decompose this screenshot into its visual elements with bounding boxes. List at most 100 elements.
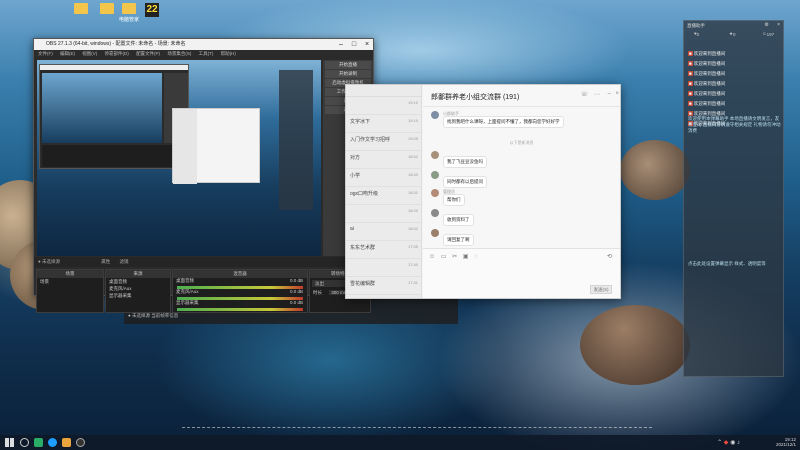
danmaku-line: ■ 欢迎来到直播间 (688, 91, 726, 96)
minimize-icon[interactable]: – (335, 39, 347, 50)
background-obs-status: ● 未选择源 当前帧率信息 (128, 313, 179, 318)
wechat-icon[interactable] (34, 438, 43, 447)
scissors-icon[interactable]: ✂ (452, 254, 457, 260)
source-item[interactable]: 显示器采集 (106, 292, 170, 299)
mixer-track: 麦克风/Aux 0.0 dB (173, 289, 307, 300)
volume-icon[interactable]: ♪ (737, 440, 740, 446)
mixer-track-name: 显示器采集 (176, 300, 199, 305)
conversation-item[interactable]: 小学 18:40 (346, 169, 421, 187)
danmaku-line: ■ 欢迎来到直播间 (688, 101, 726, 106)
avatar (431, 209, 439, 217)
menu-view[interactable]: 视图(V) (82, 51, 97, 56)
conversation-item[interactable]: 19:12 (346, 97, 421, 115)
nested-qq-window (172, 108, 260, 184)
mixer-track-level: 0.0 dB (289, 289, 303, 294)
message-bubble: 我了飞豆豆没鱼吗 (443, 156, 487, 168)
conversation-item[interactable]: 17:40 (346, 259, 421, 277)
start-recording-button[interactable]: 开始录制 (325, 70, 371, 78)
source-item[interactable]: 麦克风/Aux (106, 285, 170, 292)
menu-help[interactable]: 帮助(H) (221, 51, 236, 56)
emoji-icon[interactable]: ☺ (429, 254, 435, 260)
menu-edit[interactable]: 编辑(E) (60, 51, 75, 56)
conversation-item[interactable]: 18:20 (346, 205, 421, 223)
user-tag: ■ (688, 71, 693, 76)
obs-title-bar[interactable]: OBS 27.1.3 (64-bit, windows) - 配置文件: 未命名… (34, 39, 373, 50)
avatar (431, 171, 439, 179)
tray-icons[interactable]: ⌃ ◆ ◉ ♪ (717, 439, 740, 446)
close-icon[interactable]: × (615, 91, 619, 97)
avatar (431, 229, 439, 237)
start-streaming-button[interactable]: 开始直播 (325, 61, 371, 69)
conversation-item[interactable]: 入门作文学习招呼 19:05 (346, 133, 421, 151)
nested-qq-list (173, 109, 197, 184)
maximize-icon[interactable]: □ (348, 39, 360, 50)
mixer-dock: 混音器 桌面音频 0.0 dB 麦克风/Aux 0.0 dB 显示器采集 0.0… (172, 269, 308, 313)
menu-scene-collection[interactable]: 场景集合(S) (167, 51, 191, 56)
taskbar-clock[interactable]: 19:12 2021/12/1 (776, 437, 796, 447)
obs-window[interactable]: OBS 27.1.3 (64-bit, windows) - 配置文件: 未命名… (33, 38, 374, 313)
mixer-track-name: 桌面音频 (176, 278, 194, 283)
obs-dock-area: ● 未选择源 属性 滤镜 场景 场景 来源 桌面音频 麦克风/Aux 显示器采集… (34, 257, 373, 313)
properties-button[interactable]: 属性 (101, 259, 110, 264)
user-tag: ■ (688, 81, 693, 86)
qq-chat-window[interactable]: 19:12 文字冰下 19:10 入门作文学习招呼 19:05 对方 18:52 小学… (345, 84, 621, 299)
qq-icon[interactable] (48, 438, 57, 447)
volume-meter[interactable] (177, 308, 303, 311)
overlay-stats: ♥ 0 ★ 0 ☺ 197 (684, 30, 783, 39)
nested-title-bar (40, 65, 188, 70)
settings-icon[interactable]: ⚙ (765, 22, 769, 28)
stat-gifts: ★ 0 (729, 31, 736, 37)
history-icon[interactable]: ⟲ (607, 253, 612, 260)
conversation-item[interactable]: ai 18:02 (346, 223, 421, 241)
close-icon[interactable]: × (361, 39, 373, 50)
chat-title: 郎鄱群养老小组交流群 (191) (431, 94, 520, 101)
sources-dock-title: 来源 (106, 270, 170, 278)
menu-profile[interactable]: 配置文件(P) (136, 51, 160, 56)
stat-viewers: ♥ 0 (694, 31, 700, 37)
minimize-icon[interactable]: – (608, 91, 611, 97)
danmaku-overlay-window[interactable]: 直播助手 ⚙ × ♥ 0 ★ 0 ☺ 197 ■ 欢迎来到直播间 ■ 欢迎来到直播间… (683, 20, 784, 377)
phone-icon[interactable]: ☏ (580, 91, 588, 98)
source-item[interactable]: 桌面音频 (106, 278, 170, 285)
conversation-item[interactable]: 雪花编辑群 17:31 (346, 277, 421, 295)
menu-tools[interactable]: 工具(T) (199, 51, 214, 56)
close-icon[interactable]: × (777, 22, 780, 28)
filters-button[interactable]: 滤镜 (120, 259, 129, 264)
message-input-area[interactable]: ☺ ▭ ✂ ▣ ◌ ⟲ 发送(S) (423, 248, 620, 298)
menu-docks[interactable]: 停靠部件(D) (105, 51, 129, 56)
sources-dock: 来源 桌面音频 麦克风/Aux 显示器采集 (105, 269, 171, 313)
scenes-dock: 场景 场景 (36, 269, 104, 313)
chat-panel: 郎鄱群养老小组交流群 (191) ☏ ⋯ – × 小群助手 找到我吧什么课呀，上… (423, 85, 620, 298)
search-icon[interactable] (20, 438, 29, 447)
conversation-item[interactable]: 文字冰下 19:10 (346, 115, 421, 133)
mixer-track-level: 0.0 dB (289, 300, 303, 305)
user-tag: ■ (688, 61, 693, 66)
network-icon[interactable]: ◉ (730, 440, 735, 446)
desktop-icon-22[interactable]: 22 (135, 3, 169, 17)
app-icon[interactable] (62, 438, 71, 447)
image-icon[interactable]: ▣ (463, 254, 469, 260)
chat-bubble-icon[interactable]: ◌ (474, 254, 478, 260)
folder-icon (122, 3, 136, 14)
send-button[interactable]: 发送(S) (590, 285, 612, 294)
conversation-search[interactable] (346, 85, 421, 97)
folder-icon[interactable]: ▭ (441, 254, 447, 260)
obs-taskbar-icon[interactable] (76, 438, 85, 447)
menu-file[interactable]: 文件(F) (38, 51, 53, 56)
mixer-track-name: 麦克风/Aux (176, 289, 199, 294)
windows-start-icon[interactable] (5, 438, 14, 447)
conversation-item[interactable]: ogx口吻升级 18:31 (346, 187, 421, 205)
mixer-track: 显示器采集 0.0 dB (173, 300, 307, 311)
message-bubble: 帮你们 (443, 194, 465, 206)
overlay-notice-settings[interactable]: 点击此处设置弹幕显示 样式、透明度等 (688, 261, 782, 267)
user-tag: ■ (688, 101, 693, 106)
conversation-item[interactable]: 对方 18:52 (346, 151, 421, 169)
conversation-item[interactable]: 东东艺术群 17:55 (346, 241, 421, 259)
mixer-track: 桌面音频 0.0 dB (173, 278, 307, 289)
antivirus-icon[interactable]: ◆ (724, 440, 729, 446)
scene-item[interactable]: 场景 (37, 278, 103, 285)
overlay-header: 直播助手 ⚙ × (684, 21, 783, 30)
more-icon[interactable]: ⋯ (594, 91, 600, 98)
chevron-up-icon[interactable]: ⌃ (717, 440, 722, 446)
obs-preview[interactable] (37, 60, 321, 256)
